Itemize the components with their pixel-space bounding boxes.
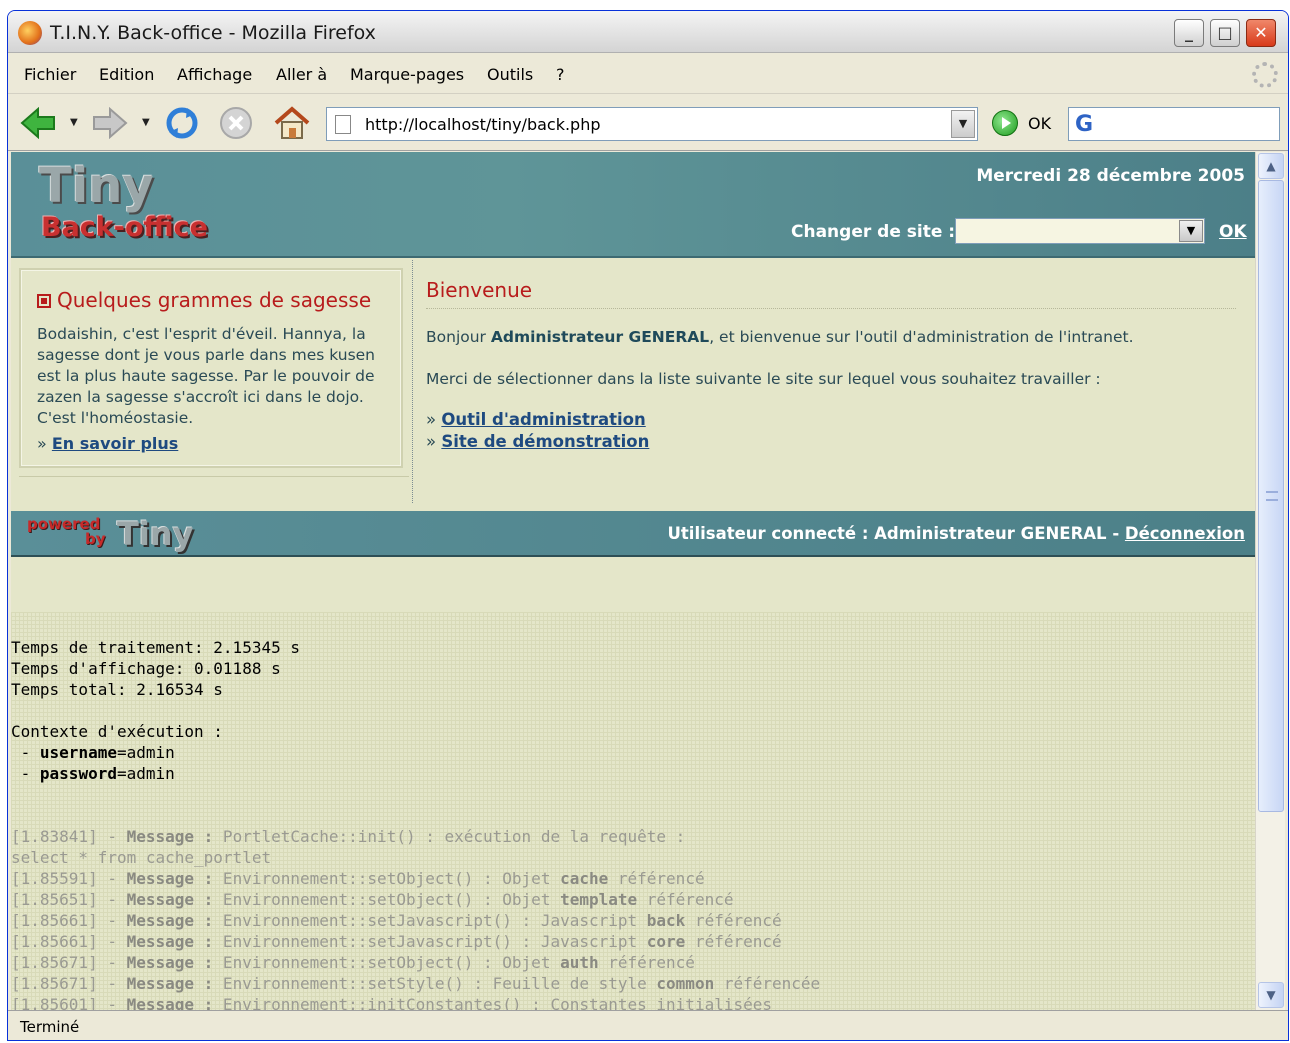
link-bullet: » xyxy=(426,432,442,451)
link-bullet: » xyxy=(426,410,442,429)
log-line: select * from cache_portlet xyxy=(11,848,272,867)
divider xyxy=(426,308,1236,309)
home-icon[interactable] xyxy=(274,105,310,141)
welcome-title: Bienvenue xyxy=(426,278,533,302)
close-button[interactable]: ✕ xyxy=(1246,19,1276,47)
en-savoir-plus-link[interactable]: En savoir plus xyxy=(52,434,178,453)
forward-arrow-icon[interactable] xyxy=(92,105,128,141)
timing-line: Temps de traitement: 2.15345 s xyxy=(11,638,300,657)
user-name: Administrateur GENERAL xyxy=(490,328,710,346)
maximize-button[interactable]: □ xyxy=(1210,19,1240,47)
stop-icon[interactable] xyxy=(218,105,254,141)
throbber-icon xyxy=(1252,62,1278,88)
log-line: [1.85661] - Message : Environnement::set… xyxy=(11,932,782,951)
menu-marque-pages[interactable]: Marque-pages xyxy=(350,65,464,84)
logout-link[interactable]: Déconnexion xyxy=(1125,524,1245,543)
footer-brand: Tiny xyxy=(117,515,194,553)
left-column: Quelques grammes de sagesse Bodaishin, c… xyxy=(11,260,413,503)
search-bar[interactable]: G xyxy=(1068,107,1280,141)
site-footer: powered by Tiny Utilisateur connecté : Ad… xyxy=(11,511,1255,557)
right-column: Bienvenue Bonjour Administrateur GENERAL… xyxy=(426,260,1238,503)
menu-outils[interactable]: Outils xyxy=(487,65,533,84)
timing-line: Temps total: 2.16534 s xyxy=(11,680,223,699)
vertical-scrollbar[interactable]: ▲ ▼ xyxy=(1255,152,1285,1010)
divider xyxy=(19,476,409,477)
scroll-down-icon[interactable]: ▼ xyxy=(1258,982,1284,1008)
change-site-ok-link[interactable]: OK xyxy=(1219,222,1247,242)
context-item: - password=admin xyxy=(11,764,175,783)
page-content: Tiny Back-office Mercredi 28 décembre 20… xyxy=(11,152,1255,1010)
site-list-item: » Outil d'administration xyxy=(426,410,646,429)
firefox-icon xyxy=(18,21,42,45)
page-icon xyxy=(335,115,351,134)
browser-window: T.I.N.Y. Back-office - Mozilla Firefox _… xyxy=(7,10,1289,1041)
change-site-label: Changer de site : xyxy=(791,222,956,242)
menu-aller-a[interactable]: Aller à xyxy=(276,65,327,84)
window-title: T.I.N.Y. Back-office - Mozilla Firefox xyxy=(50,22,376,44)
checkbox-icon xyxy=(37,294,51,308)
log-line: [1.85671] - Message : Environnement::set… xyxy=(11,974,821,993)
site-list-item: » Site de démonstration xyxy=(426,432,649,451)
debug-output: Temps de traitement: 2.15345 s Temps d'a… xyxy=(11,612,1255,1010)
link-bullet: » xyxy=(37,434,52,453)
log-line: [1.85591] - Message : Environnement::set… xyxy=(11,869,705,888)
back-dropdown-icon[interactable]: ▼ xyxy=(70,117,78,128)
wisdom-title: Quelques grammes de sagesse xyxy=(37,288,371,312)
main-area: Quelques grammes de sagesse Bodaishin, c… xyxy=(11,260,1255,503)
menu-fichier[interactable]: Fichier xyxy=(24,65,76,84)
url-dropdown-icon[interactable]: ▼ xyxy=(951,110,975,138)
grip-icon xyxy=(1266,491,1278,501)
logo-subtitle: Back-office xyxy=(41,212,208,243)
minimize-button[interactable]: _ xyxy=(1174,19,1204,47)
navigation-toolbar: ▼ ▼ http://localhost/tiny/back.php ▼ OK … xyxy=(8,95,1288,151)
forward-dropdown-icon[interactable]: ▼ xyxy=(142,117,150,128)
title-bar: T.I.N.Y. Back-office - Mozilla Firefox _… xyxy=(8,11,1288,53)
menu-edition[interactable]: Edition xyxy=(99,65,154,84)
wisdom-box: Quelques grammes de sagesse Bodaishin, c… xyxy=(19,268,403,468)
welcome-select-text: Merci de sélectionner dans la liste suiv… xyxy=(426,370,1101,388)
connected-user: Utilisateur connecté : Administrateur GE… xyxy=(667,524,1246,543)
scroll-up-icon[interactable]: ▲ xyxy=(1258,153,1284,179)
powered-by-label: powered by xyxy=(27,515,106,548)
log-line: [1.83841] - Message : PortletCache::init… xyxy=(11,827,686,846)
log-line: [1.85661] - Message : Environnement::set… xyxy=(11,911,782,930)
status-text: Terminé xyxy=(20,1018,80,1036)
back-arrow-icon[interactable] xyxy=(20,105,56,141)
logo-title: Tiny xyxy=(39,158,154,214)
go-button[interactable] xyxy=(992,110,1018,136)
wisdom-more: » En savoir plus xyxy=(37,434,178,453)
wisdom-text: Bodaishin, c'est l'esprit d'éveil. Hanny… xyxy=(37,325,376,427)
url-input[interactable]: http://localhost/tiny/back.php xyxy=(365,115,601,134)
header-date: Mercredi 28 décembre 2005 xyxy=(976,166,1245,186)
url-bar[interactable]: http://localhost/tiny/back.php ▼ xyxy=(326,107,978,141)
timing-line: Temps d'affichage: 0.01188 s xyxy=(11,659,281,678)
log-line: [1.85671] - Message : Environnement::set… xyxy=(11,953,695,972)
log-line: [1.85651] - Message : Environnement::set… xyxy=(11,890,734,909)
google-icon[interactable]: G xyxy=(1075,112,1093,137)
menu-bar: Fichier Edition Affichage Aller à Marque… xyxy=(8,54,1288,94)
context-title: Contexte d'exécution : xyxy=(11,722,223,741)
status-bar: Terminé xyxy=(8,1010,1288,1040)
go-label[interactable]: OK xyxy=(1028,114,1051,133)
menu-affichage[interactable]: Affichage xyxy=(177,65,252,84)
site-select-dropdown-icon[interactable]: ▼ xyxy=(1179,220,1203,242)
scrollbar-thumb[interactable] xyxy=(1258,180,1284,812)
site-header: Tiny Back-office Mercredi 28 décembre 20… xyxy=(11,152,1255,258)
welcome-greeting: Bonjour Administrateur GENERAL, et bienv… xyxy=(426,328,1134,346)
site-select[interactable]: ▼ xyxy=(955,218,1205,244)
log-line: [1.85601] - Message : Environnement::ini… xyxy=(11,995,772,1010)
site-demonstration-link[interactable]: Site de démonstration xyxy=(441,432,649,451)
outil-administration-link[interactable]: Outil d'administration xyxy=(441,410,645,429)
reload-icon[interactable] xyxy=(164,105,200,141)
menu-help[interactable]: ? xyxy=(556,65,565,84)
go-arrow-icon xyxy=(1002,117,1011,129)
context-item: - username=admin xyxy=(11,743,175,762)
